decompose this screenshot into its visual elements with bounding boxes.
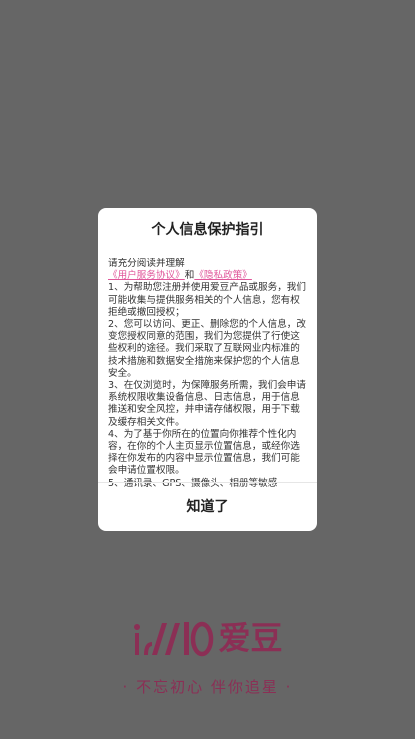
brand-logo: 爱豆 bbox=[132, 612, 283, 658]
brand-footer: 爱豆 · 不忘初心 伴你追星 · bbox=[0, 612, 415, 697]
brand-slogan: · 不忘初心 伴你追星 · bbox=[0, 676, 415, 697]
policy-item-3: 3、在仅浏览时，为保障服务所需，我们会申请系统权限收集设备信息、日志信息，用于信… bbox=[108, 380, 306, 428]
dialog-intro: 请充分阅读并理解 《用户服务协议》和《隐私政策》 bbox=[108, 258, 307, 282]
confirm-button[interactable]: 知道了 bbox=[98, 482, 317, 531]
slogan-dot-left: · bbox=[122, 678, 130, 696]
brand-name: 爱豆 bbox=[218, 619, 283, 657]
user-agreement-link[interactable]: 《用户服务协议》 bbox=[108, 270, 185, 281]
slogan-text: 不忘初心 伴你追星 bbox=[136, 678, 279, 696]
policy-item-1: 1、为帮助您注册并使用爱豆产品或服务，我们可能收集与提供服务相关的个人信息，您有… bbox=[108, 282, 306, 318]
policy-item-4: 4、为了基于你所在的位置向你推荐个性化内容，在你的个人主页显示位置信息，或经你选… bbox=[108, 428, 300, 477]
privacy-policy-link[interactable]: 《隐私政策》 bbox=[194, 270, 252, 281]
dialog-content[interactable]: 请充分阅读并理解 《用户服务协议》和《隐私政策》 1、为帮助您注册并使用爱豆产品… bbox=[108, 258, 307, 490]
and-text: 和 bbox=[184, 270, 195, 282]
dialog-title: 个人信息保护指引 bbox=[151, 222, 264, 238]
idol-logo-icon bbox=[134, 621, 214, 657]
slogan-dot-right: · bbox=[285, 678, 293, 696]
policy-item-2: 2、您可以访问、更正、删除您的个人信息，改变您授权同意的范围，我们为您提供了行使… bbox=[108, 319, 306, 379]
intro-text: 请充分阅读并理解 bbox=[108, 258, 185, 269]
privacy-guide-dialog: 个人信息保护指引 请充分阅读并理解 《用户服务协议》和《隐私政策》 1、为帮助您… bbox=[98, 208, 317, 531]
